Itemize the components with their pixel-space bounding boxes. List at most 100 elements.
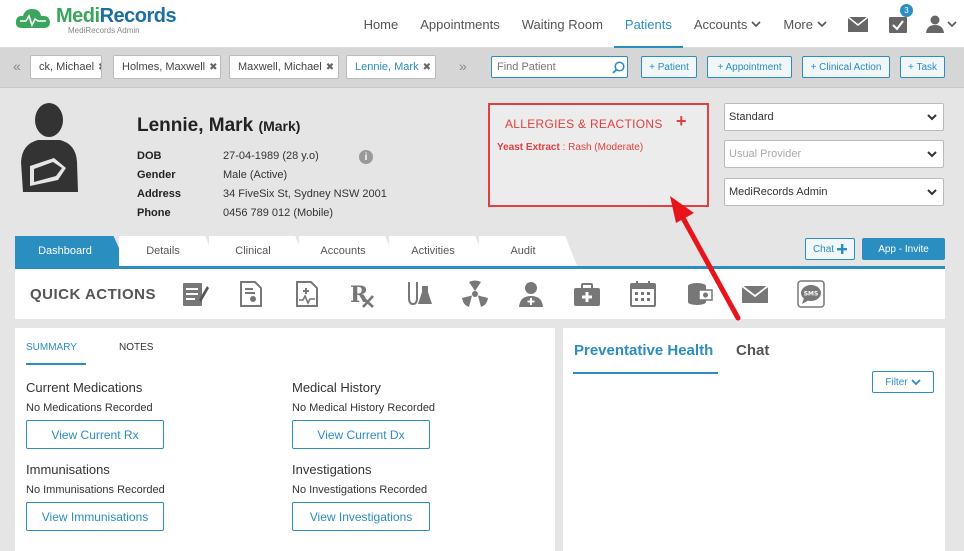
close-icon[interactable]: ✖ (98, 62, 101, 73)
chevron-down-icon (751, 21, 761, 28)
add-task-button[interactable]: + Task (900, 56, 945, 78)
view-current-rx-button[interactable]: View Current Rx (26, 420, 164, 449)
tab-dashboard[interactable]: Dashboard (15, 236, 127, 266)
nav-user-menu[interactable] (918, 0, 964, 48)
tab-details[interactable]: Details (119, 236, 217, 266)
search-icon[interactable] (612, 61, 625, 74)
summary-tab-underline (26, 363, 86, 365)
summary-panel: SUMMARY NOTES Current Medications No Med… (15, 328, 555, 551)
tab-preventative-health[interactable]: Preventative Health (574, 342, 713, 359)
nav-patients-label: Patients (624, 16, 672, 32)
nav-patients[interactable]: Patients (613, 0, 683, 48)
right-tab-underline (573, 372, 718, 374)
close-icon[interactable]: ✖ (209, 62, 217, 73)
nav-waiting-room-label: Waiting Room (521, 16, 603, 32)
medical-kit-icon[interactable] (573, 280, 601, 308)
brand-records: Records (99, 5, 177, 27)
info-icon[interactable]: i (359, 150, 373, 164)
usual-provider-placeholder: Usual Provider (729, 148, 802, 160)
referral-icon[interactable] (517, 280, 545, 308)
practice-value: MediRecords Admin (729, 186, 828, 198)
report-icon[interactable] (293, 280, 321, 308)
tab-summary[interactable]: SUMMARY (26, 342, 77, 353)
patient-nickname: (Mark) (258, 118, 301, 134)
nav-more[interactable]: More (772, 0, 838, 48)
view-current-dx-label: View Current Dx (317, 427, 405, 442)
tab-clinical[interactable]: Clinical (209, 236, 307, 266)
tab-accounts-label: Accounts (320, 245, 366, 257)
view-current-dx-button[interactable]: View Current Dx (292, 420, 430, 449)
scroll-right-icon[interactable]: » (459, 58, 467, 74)
tab-chat[interactable]: Chat (736, 342, 769, 359)
add-appointment-button[interactable]: + Appointment (707, 56, 792, 78)
chevron-down-icon (817, 21, 827, 28)
nav-appointments[interactable]: Appointments (409, 0, 511, 48)
sms-icon[interactable]: SMS (797, 280, 825, 308)
tab-notes[interactable]: NOTES (119, 342, 153, 353)
nav-home-label: Home (363, 16, 399, 32)
investigations-value: No Investigations Recorded (292, 484, 428, 496)
close-icon[interactable]: ✖ (423, 62, 431, 73)
calendar-icon[interactable] (629, 280, 657, 308)
logo[interactable]: MediRecords MediRecords Admin (14, 5, 177, 35)
current-medications-title: Current Medications (26, 380, 143, 395)
patient-tab[interactable]: Maxwell, Michael ✖ (229, 55, 339, 79)
nav-tasks[interactable]: 3 (878, 0, 918, 48)
nav-home[interactable]: Home (353, 0, 410, 48)
billing-icon[interactable] (685, 280, 713, 308)
practice-select[interactable]: MediRecords Admin (724, 178, 944, 206)
add-patient-button[interactable]: + Patient (641, 56, 697, 78)
patient-tab-active[interactable]: Lennie, Mark ✖ (346, 55, 436, 79)
nav-accounts[interactable]: Accounts (683, 0, 772, 48)
tab-dashboard-label: Dashboard (38, 245, 92, 257)
medical-history-value: No Medical History Recorded (292, 402, 436, 414)
nav-appointments-label: Appointments (420, 16, 500, 32)
patient-avatar-icon (21, 103, 78, 192)
view-current-rx-label: View Current Rx (51, 427, 139, 442)
brand-medi: Medi (56, 5, 100, 27)
chevron-down-icon (927, 151, 937, 158)
plus-icon (837, 244, 848, 254)
prescription-icon[interactable]: R (349, 280, 377, 308)
usual-provider-select[interactable]: Usual Provider (724, 140, 944, 168)
patient-tab[interactable]: ck, Michael✖ (30, 55, 102, 79)
scroll-left-icon[interactable]: « (13, 58, 21, 74)
find-patient-input[interactable] (491, 56, 628, 78)
view-immunisations-button[interactable]: View Immunisations (26, 502, 164, 531)
phone-label: Phone (137, 207, 171, 219)
view-immunisations-label: View Immunisations (41, 509, 149, 524)
tab-audit-label: Audit (510, 245, 536, 257)
tab-audit[interactable]: Audit (479, 236, 577, 266)
billing-type-value: Standard (729, 111, 774, 123)
chevron-down-icon (927, 114, 937, 121)
chat-button-label: Chat (812, 243, 835, 255)
nav-waiting-room[interactable]: Waiting Room (511, 0, 614, 48)
filter-button[interactable]: Filter (872, 371, 934, 393)
certificate-icon[interactable] (237, 280, 265, 308)
tab-activities[interactable]: Activities (389, 236, 487, 266)
add-allergy-icon[interactable]: + (676, 111, 687, 132)
close-icon[interactable]: ✖ (326, 62, 334, 73)
pathology-icon[interactable] (405, 280, 433, 308)
add-clinical-action-label: + Clinical Action (810, 61, 882, 73)
email-icon[interactable] (741, 280, 769, 308)
billing-type-select[interactable]: Standard (724, 103, 944, 131)
info-glyph: i (364, 151, 368, 163)
app-invite-button[interactable]: App - Invite (862, 238, 945, 260)
nav-mail[interactable] (838, 0, 878, 48)
address-label: Address (137, 188, 182, 200)
patient-tab[interactable]: Holmes, Maxwell ✖ (113, 55, 221, 79)
view-investigations-button[interactable]: View Investigations (292, 502, 430, 531)
radiology-icon[interactable] (461, 280, 489, 308)
preventative-health-panel: Preventative Health Chat Filter (563, 328, 945, 551)
chat-button[interactable]: Chat (805, 238, 855, 260)
add-clinical-action-button[interactable]: + Clinical Action (802, 56, 890, 78)
notes-icon[interactable] (181, 280, 209, 308)
dob-value: 27-04-1989 (28 y.o) (223, 150, 319, 162)
tab-accounts[interactable]: Accounts (299, 236, 397, 266)
mail-icon (848, 16, 868, 32)
patient-name: Lennie, Mark (Mark) (137, 115, 300, 137)
allergy-item[interactable]: Yeast Extract : Rash (Moderate) (497, 142, 643, 153)
allergy-substance: Yeast Extract (497, 142, 560, 153)
cloud-logo-icon (15, 9, 50, 28)
